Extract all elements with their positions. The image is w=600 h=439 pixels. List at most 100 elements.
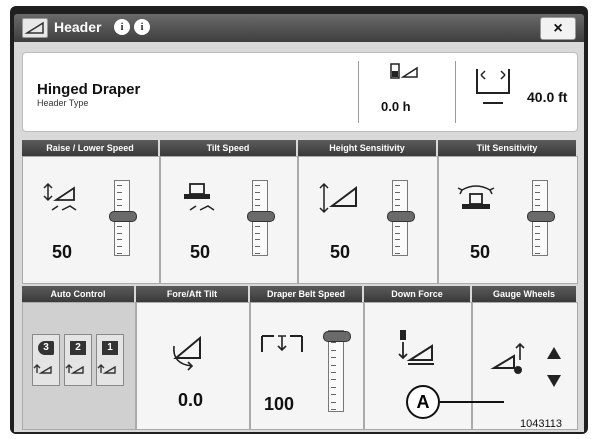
slider-tick <box>331 342 336 344</box>
header-width: 40.0 ft <box>527 89 568 105</box>
arrow-down-icon[interactable] <box>546 374 562 388</box>
height-sensitivity-tile[interactable] <box>298 156 438 284</box>
slider-tick <box>117 246 122 248</box>
header-summary: Hinged Draper Header Type 0.0 h 40.0 ft <box>22 52 578 132</box>
slider-tick <box>395 232 400 234</box>
header-icon <box>22 18 48 38</box>
slider-tick <box>255 246 260 248</box>
slider-tick <box>535 205 540 207</box>
label-gauge-wheels: Gauge Wheels <box>472 286 576 302</box>
header-width-icon <box>476 69 510 104</box>
draper-belt-icon <box>261 335 303 352</box>
header-hours: 0.0 h <box>381 99 411 114</box>
height-sensitivity-slider[interactable] <box>387 180 415 256</box>
auto-height-icon <box>65 364 84 374</box>
label-draper-belt-speed: Draper Belt Speed <box>250 286 362 302</box>
callout-leader <box>440 401 504 403</box>
header-hours-icon <box>390 63 418 79</box>
info-icon-2[interactable]: i <box>134 19 150 35</box>
slider-tick <box>395 225 400 227</box>
header-type-label: Header Type <box>37 98 89 108</box>
label-auto-control: Auto Control <box>22 286 134 302</box>
slider-tick <box>255 253 260 254</box>
slider-tick <box>255 185 260 186</box>
slider-tick <box>395 191 400 193</box>
slider-tick <box>395 185 400 186</box>
slider-tick <box>395 246 400 248</box>
slider-tick <box>395 253 400 254</box>
tilt-sensitivity-value: 50 <box>470 242 491 262</box>
draper-belt-speed-slider[interactable] <box>323 330 351 412</box>
slider-tick <box>395 205 400 207</box>
slider-knob[interactable] <box>323 331 351 342</box>
window-title: Header <box>54 19 102 35</box>
draper-belt-speed-value: 100 <box>264 394 295 414</box>
gauge-wheel-icon <box>490 342 525 374</box>
fore-aft-tilt-icon <box>173 335 201 371</box>
auto-height-icon <box>33 364 52 374</box>
divider <box>358 61 359 123</box>
slider-tick <box>255 232 260 234</box>
tilt-speed-slider[interactable] <box>247 180 275 256</box>
auto-control-badge-2[interactable]: 2 <box>64 334 92 386</box>
slider-tick <box>117 239 122 241</box>
slider-tick <box>535 232 540 234</box>
callout-a: A <box>406 385 440 419</box>
info-icon[interactable]: i <box>114 19 130 35</box>
slider-tick <box>535 185 540 186</box>
tilt-speed-value: 50 <box>190 242 211 262</box>
slider-tick <box>117 232 122 234</box>
label-tilt-speed: Tilt Speed <box>160 140 296 156</box>
slider-tick <box>331 364 336 366</box>
slider-tick <box>117 205 122 207</box>
raise-lower-speed-value: 50 <box>52 242 73 262</box>
tilt-speed-tile[interactable] <box>160 156 298 284</box>
header-name: Hinged Draper <box>37 81 141 98</box>
raise-lower-speed-slider[interactable] <box>109 180 137 256</box>
auto-height-icon <box>97 364 116 374</box>
title-bar: Header i i × <box>14 14 584 42</box>
raise-lower-speed-tile[interactable] <box>22 156 160 284</box>
tilt-sensitivity-icon <box>457 185 495 209</box>
close-button[interactable]: × <box>540 17 576 40</box>
slider-knob[interactable] <box>109 210 137 222</box>
slider-knob[interactable] <box>247 210 275 222</box>
auto-control-badge-3[interactable]: 3 <box>32 334 60 386</box>
slider-tick <box>331 394 336 396</box>
label-fore-aft-tilt: Fore/Aft Tilt <box>136 286 248 302</box>
fore-aft-tilt-value: 0.0 <box>178 390 204 410</box>
slider-tick <box>331 379 336 381</box>
slider-tick <box>395 239 400 241</box>
slider-tick <box>117 191 122 193</box>
label-raise-lower-speed: Raise / Lower Speed <box>22 140 158 156</box>
slider-tick <box>255 198 260 200</box>
slider-tick <box>535 239 540 241</box>
slider-tick <box>535 246 540 248</box>
slider-tick <box>535 191 540 193</box>
slider-tick <box>331 372 336 373</box>
slider-tick <box>535 225 540 227</box>
label-tilt-sensitivity: Tilt Sensitivity <box>438 140 576 156</box>
tilt-sensitivity-tile[interactable] <box>438 156 578 284</box>
slider-tick <box>331 401 336 403</box>
slider-tick <box>255 225 260 227</box>
height-sensitivity-value: 50 <box>330 242 351 262</box>
label-down-force: Down Force <box>364 286 470 302</box>
slider-knob[interactable] <box>387 210 415 222</box>
auto-control-badge-1[interactable]: 1 <box>96 334 124 386</box>
slider-tick <box>117 225 122 227</box>
divider <box>455 61 456 123</box>
raise-lower-speed-icon <box>43 182 77 211</box>
slider-tick <box>117 198 122 200</box>
slider-tick <box>395 198 400 200</box>
tilt-sensitivity-slider[interactable] <box>527 180 555 256</box>
arrow-up-icon[interactable] <box>546 346 562 360</box>
label-height-sensitivity: Height Sensitivity <box>298 140 436 156</box>
slider-tick <box>255 191 260 193</box>
slider-tick <box>535 253 540 254</box>
slider-tick <box>331 357 336 359</box>
slider-knob[interactable] <box>527 210 555 222</box>
height-sensitivity-icon <box>319 182 357 214</box>
slider-tick <box>331 349 336 351</box>
slider-tick <box>331 386 336 388</box>
